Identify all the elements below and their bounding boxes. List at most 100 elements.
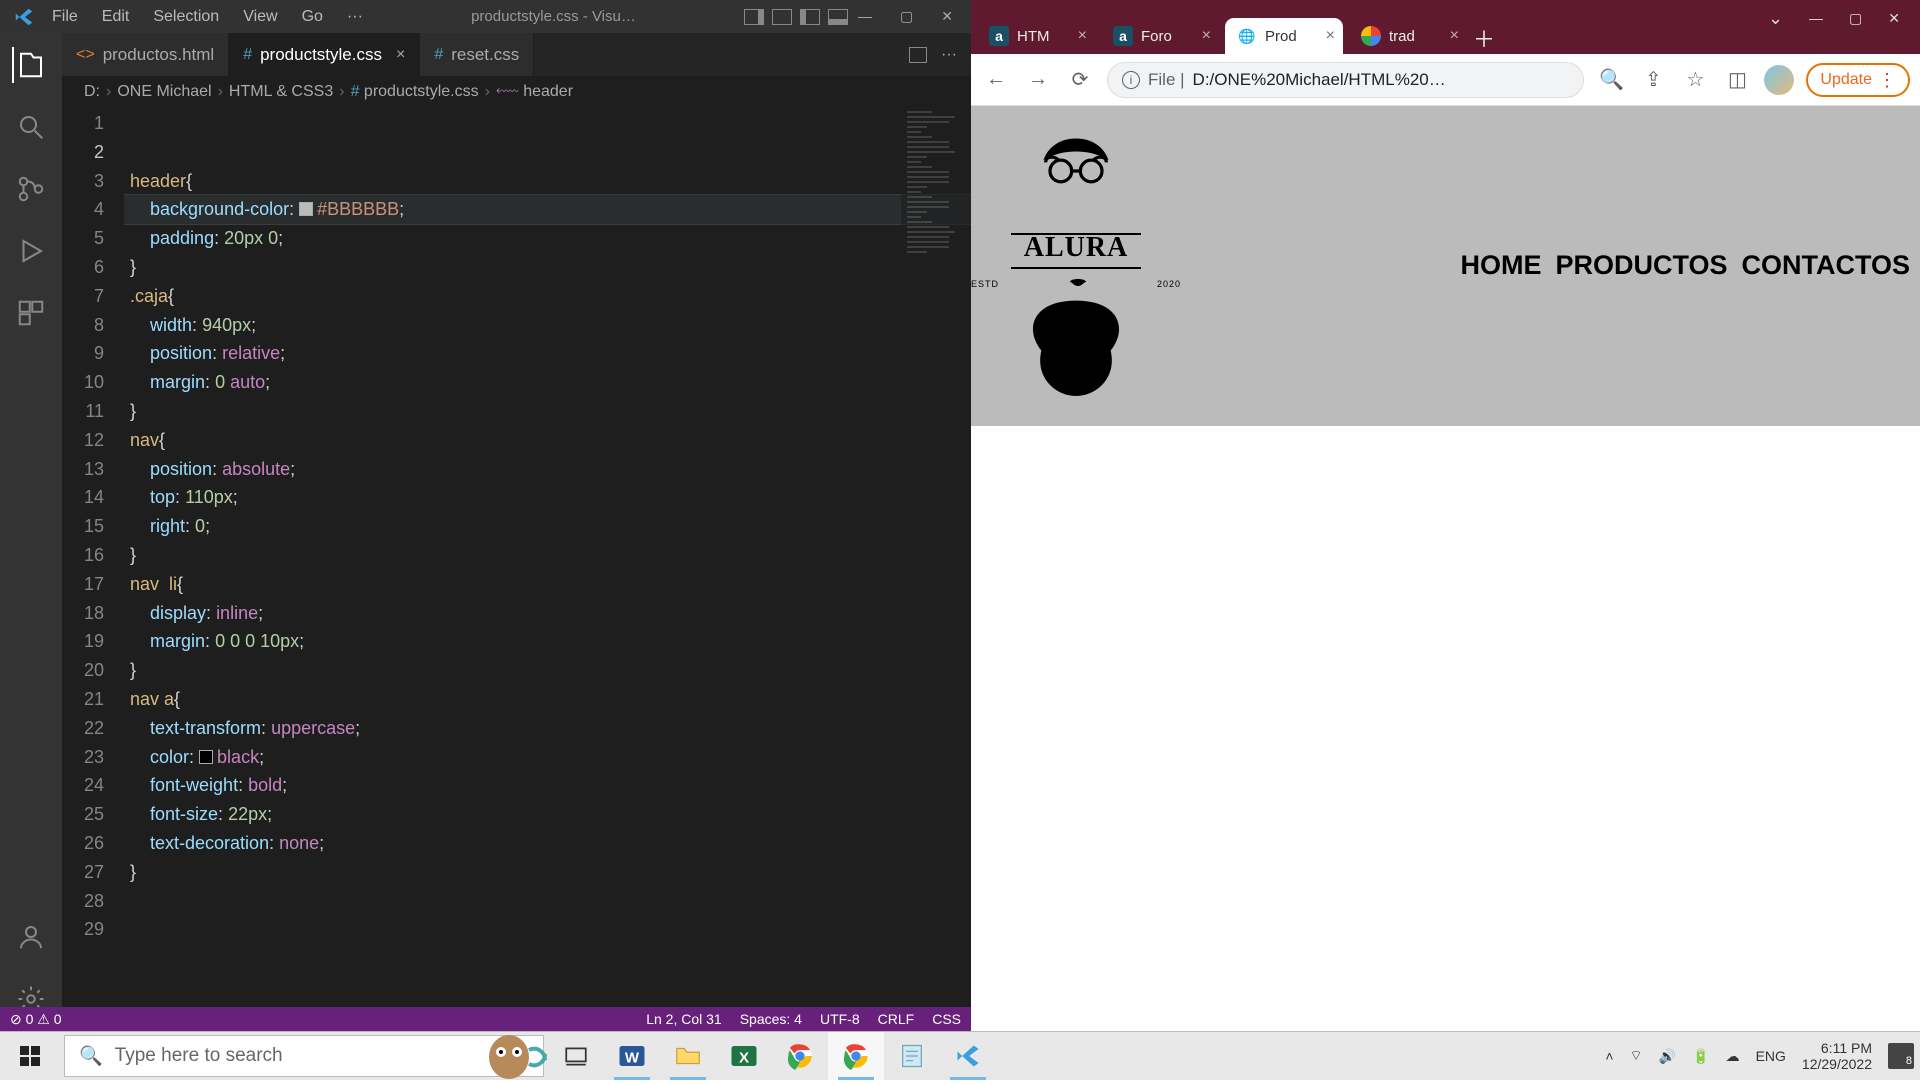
address-bar[interactable]: i File | D:/ONE%20Michael/HTML%20… [1107, 62, 1584, 98]
url-scheme: File | [1148, 70, 1185, 90]
menu-item[interactable]: View [243, 8, 277, 26]
nav-link[interactable]: CONTACTOS [1742, 250, 1911, 281]
browser-tab[interactable]: aForo× [1101, 18, 1219, 54]
breadcrumb-item[interactable]: # productstyle.css [351, 83, 479, 101]
layout-icon[interactable] [744, 9, 764, 25]
extensions-icon[interactable] [13, 295, 49, 331]
more-actions-icon[interactable]: ··· [941, 46, 957, 64]
task-view-icon[interactable] [548, 1032, 604, 1080]
wifi-icon[interactable]: ⌔ [1630, 1047, 1643, 1065]
source-control-icon[interactable] [13, 171, 49, 207]
status-item[interactable]: Spaces: 4 [740, 1011, 802, 1027]
notifications-icon[interactable]: 8 [1888, 1043, 1914, 1069]
back-button[interactable]: ← [981, 65, 1011, 95]
vscode-logo-icon [10, 3, 38, 31]
layout-icon[interactable] [772, 9, 792, 25]
breadcrumb-item[interactable]: D: [84, 83, 100, 101]
menu-item[interactable]: ··· [347, 8, 363, 26]
onedrive-icon[interactable]: ☁ [1726, 1048, 1740, 1065]
language-indicator[interactable]: ENG [1756, 1048, 1786, 1064]
update-button[interactable]: Update⋮ [1806, 63, 1910, 97]
minimap[interactable] [901, 107, 971, 1031]
minimize-icon[interactable]: — [858, 8, 872, 25]
notepad-icon[interactable] [884, 1032, 940, 1080]
search-placeholder: Type here to search [115, 1045, 283, 1067]
layout-icon[interactable] [828, 9, 848, 25]
reload-button[interactable]: ⟳ [1065, 65, 1095, 95]
code-content[interactable]: header{ background-color: #BBBBBB; paddi… [124, 107, 971, 1031]
menu-item[interactable]: Selection [153, 8, 219, 26]
split-editor-icon[interactable] [909, 47, 927, 63]
url-text: D:/ONE%20Michael/HTML%20… [1193, 70, 1446, 90]
forward-button[interactable]: → [1023, 65, 1053, 95]
close-icon[interactable]: ✕ [941, 8, 953, 25]
close-tab-icon[interactable]: × [1326, 27, 1335, 45]
volume-icon[interactable]: 🔊 [1659, 1048, 1676, 1065]
vscode-menu: File Edit Selection View Go ··· [52, 8, 363, 26]
close-tab-icon[interactable]: × [1078, 27, 1087, 45]
close-tab-icon[interactable]: × [1450, 27, 1459, 45]
editor-tab[interactable]: #productstyle.css× [229, 33, 420, 76]
vscode-window-title: productstyle.css - Visu… [363, 8, 744, 25]
editor-tab[interactable]: <>productos.html [62, 33, 229, 76]
vscode-icon[interactable] [940, 1032, 996, 1080]
status-item[interactable]: CRLF [878, 1011, 915, 1027]
profile-avatar[interactable] [1764, 65, 1794, 95]
nav-link[interactable]: PRODUCTOS [1555, 250, 1727, 281]
new-tab-button[interactable]: ＋ [1467, 22, 1501, 54]
vscode-body: <>productos.html#productstyle.css×#reset… [0, 33, 971, 1031]
search-icon: 🔍 [79, 1044, 103, 1068]
windows-taskbar: 🔍 Type here to search W X ˄ ⌔ 🔊 🔋 ☁ ENG … [0, 1031, 1920, 1080]
page-nav: HOME PRODUCTOS CONTACTOS [1460, 250, 1920, 281]
browser-tab[interactable]: trad× [1349, 18, 1467, 54]
maximize-icon[interactable]: ▢ [900, 8, 913, 25]
site-info-icon[interactable]: i [1122, 71, 1140, 89]
status-item[interactable]: CSS [932, 1011, 961, 1027]
editor-tab[interactable]: #reset.css [420, 33, 534, 76]
sidepanel-icon[interactable]: ◫ [1722, 65, 1752, 95]
chrome-icon[interactable] [828, 1032, 884, 1080]
chevron-down-icon[interactable]: ⌄ [1768, 8, 1783, 29]
brand-name: ALURA [1024, 232, 1129, 264]
excel-icon[interactable]: X [716, 1032, 772, 1080]
browser-tab[interactable]: 🌐Prod× [1225, 18, 1343, 54]
taskbar-search[interactable]: 🔍 Type here to search [64, 1035, 544, 1077]
close-tab-icon[interactable]: × [396, 46, 405, 64]
nav-link[interactable]: HOME [1460, 250, 1541, 281]
breadcrumb-item[interactable]: ⬳ header [496, 83, 573, 101]
minimize-icon[interactable]: — [1809, 10, 1823, 26]
word-icon[interactable]: W [604, 1032, 660, 1080]
browser-tab[interactable]: aHTM× [977, 18, 1095, 54]
start-button[interactable] [0, 1032, 60, 1080]
breadcrumb-item[interactable]: ONE Michael [117, 83, 211, 101]
status-item[interactable]: Ln 2, Col 31 [646, 1011, 722, 1027]
line-gutter: 1234567891011121314151617181920212223242… [62, 107, 124, 1031]
layout-icon[interactable] [800, 9, 820, 25]
status-bar: ⊘ 0 ⚠ 0 Ln 2, Col 31Spaces: 4UTF-8CRLFCS… [0, 1007, 971, 1031]
zoom-icon[interactable]: 🔍 [1596, 65, 1626, 95]
tray-chevron-icon[interactable]: ˄ [1605, 1048, 1613, 1064]
breadcrumb-item[interactable]: HTML & CSS3 [229, 83, 333, 101]
account-icon[interactable] [13, 919, 49, 955]
run-debug-icon[interactable] [13, 233, 49, 269]
search-icon[interactable] [13, 109, 49, 145]
activity-bar [0, 33, 62, 1031]
battery-icon[interactable]: 🔋 [1692, 1048, 1709, 1065]
explorer-icon[interactable] [12, 47, 48, 83]
file-explorer-icon[interactable] [660, 1032, 716, 1080]
close-icon[interactable]: ✕ [1888, 10, 1900, 27]
code-editor[interactable]: 1234567891011121314151617181920212223242… [62, 107, 971, 1031]
share-icon[interactable]: ⇪ [1638, 65, 1668, 95]
close-tab-icon[interactable]: × [1202, 27, 1211, 45]
menu-item[interactable]: File [52, 8, 78, 26]
breadcrumb[interactable]: D:›ONE Michael›HTML & CSS3›# productstyl… [62, 77, 971, 107]
menu-item[interactable]: Edit [102, 8, 130, 26]
chrome-icon[interactable] [772, 1032, 828, 1080]
editor-layout-buttons[interactable] [744, 9, 848, 25]
status-item[interactable]: UTF-8 [820, 1011, 860, 1027]
alura-logo: ALURA ESTD 2020 [1001, 132, 1151, 400]
clock[interactable]: 6:11 PM 12/29/2022 [1802, 1040, 1872, 1072]
maximize-icon[interactable]: ▢ [1849, 10, 1862, 27]
bookmark-star-icon[interactable]: ☆ [1680, 65, 1710, 95]
menu-item[interactable]: Go [302, 8, 323, 26]
